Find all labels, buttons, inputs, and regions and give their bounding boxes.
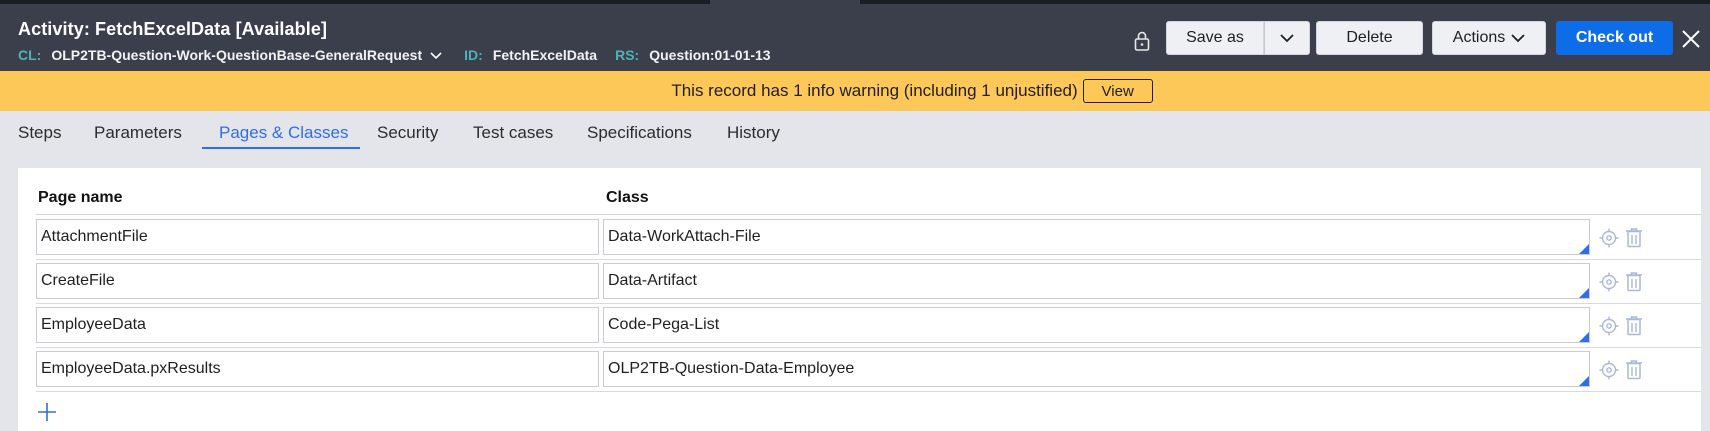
locate-icon[interactable] (1599, 272, 1619, 292)
record-header: Activity: FetchExcelData [Available] CL:… (0, 4, 1710, 71)
class-value: Data-WorkAttach-File (608, 228, 761, 245)
lock-icon (1134, 31, 1150, 51)
table-row: EmployeeData.pxResults OLP2TB-Question-D… (36, 348, 1701, 392)
autocomplete-corner-icon (1579, 244, 1589, 254)
save-as-dropdown-button[interactable] (1264, 21, 1310, 55)
tab-security[interactable]: Security (377, 123, 438, 143)
cl-label: CL: (18, 47, 42, 63)
id-label: ID: (464, 47, 483, 63)
class-field[interactable]: Code-Pega-List (603, 307, 1590, 343)
check-out-button[interactable]: Check out (1556, 21, 1673, 55)
column-header-class: Class (606, 189, 649, 206)
record-meta: CL: OLP2TB-Question-Work-QuestionBase-Ge… (18, 47, 771, 63)
warning-banner: This record has 1 info warning (includin… (0, 71, 1710, 111)
header-divider (36, 214, 1701, 215)
actions-button[interactable]: Actions (1432, 21, 1546, 55)
page-name-field[interactable]: AttachmentFile (36, 219, 599, 255)
page-title: Activity: FetchExcelData [Available] (18, 19, 328, 39)
page-name-field[interactable]: CreateFile (36, 263, 599, 299)
class-value: OLP2TB-Question-Data-Employee (608, 360, 855, 377)
view-warnings-button[interactable]: View (1082, 79, 1153, 103)
chevron-down-icon (1511, 34, 1525, 43)
table-row: EmployeeData Code-Pega-List (36, 304, 1701, 348)
actions-label: Actions (1452, 29, 1506, 46)
rs-value: Question:01-01-13 (649, 47, 771, 63)
class-value: Data-Artifact (608, 272, 697, 289)
save-as-button[interactable]: Save as (1166, 21, 1264, 55)
tab-history[interactable]: History (727, 123, 780, 143)
page-name-field[interactable]: EmployeeData.pxResults (36, 351, 599, 387)
trash-icon[interactable] (1625, 359, 1643, 380)
column-header-page-name: Page name (38, 189, 123, 206)
close-icon[interactable] (1681, 29, 1701, 49)
class-field[interactable]: OLP2TB-Question-Data-Employee (603, 351, 1590, 387)
tab-bar: Steps Parameters Pages & Classes Securit… (0, 111, 1710, 151)
trash-icon[interactable] (1625, 271, 1643, 292)
tab-parameters[interactable]: Parameters (94, 123, 182, 143)
table-row: AttachmentFile Data-WorkAttach-File (36, 216, 1701, 260)
tab-pages-and-classes[interactable]: Pages & Classes (219, 123, 348, 143)
table-row: CreateFile Data-Artifact (36, 260, 1701, 304)
class-field[interactable]: Data-Artifact (603, 263, 1590, 299)
warning-text: This record has 1 info warning (includin… (671, 81, 1078, 100)
chevron-down-icon (1280, 34, 1294, 43)
tab-steps[interactable]: Steps (18, 123, 61, 143)
autocomplete-corner-icon (1579, 376, 1589, 386)
rs-label: RS: (615, 47, 640, 63)
plus-icon[interactable] (37, 402, 57, 422)
autocomplete-corner-icon (1579, 332, 1589, 342)
locate-icon[interactable] (1599, 316, 1619, 336)
tab-specifications[interactable]: Specifications (587, 123, 692, 143)
page-name-field[interactable]: EmployeeData (36, 307, 599, 343)
pages-classes-panel: Page name Class AttachmentFile Data-Work… (18, 168, 1701, 431)
autocomplete-corner-icon (1579, 288, 1589, 298)
trash-icon[interactable] (1625, 227, 1643, 248)
locate-icon[interactable] (1599, 360, 1619, 380)
trash-icon[interactable] (1625, 315, 1643, 336)
id-value: FetchExcelData (492, 47, 598, 63)
tab-test-cases[interactable]: Test cases (473, 123, 553, 143)
class-field[interactable]: Data-WorkAttach-File (603, 219, 1590, 255)
delete-button[interactable]: Delete (1316, 21, 1423, 55)
active-tab-indicator (202, 147, 360, 149)
chevron-down-icon[interactable] (430, 49, 442, 61)
locate-icon[interactable] (1599, 228, 1619, 248)
class-value: Code-Pega-List (608, 316, 720, 333)
cl-value[interactable]: OLP2TB-Question-Work-QuestionBase-Genera… (51, 47, 422, 63)
